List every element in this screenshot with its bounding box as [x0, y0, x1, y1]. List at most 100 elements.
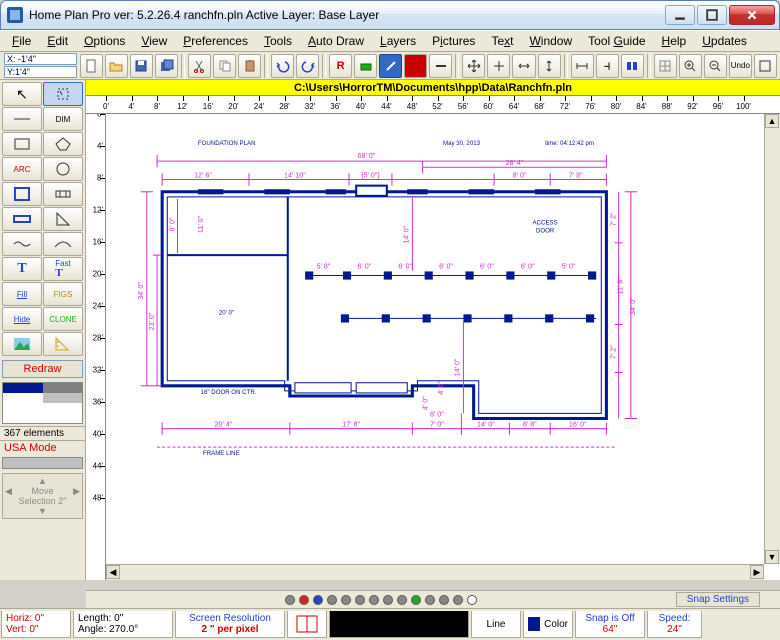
tool-line[interactable]: [2, 107, 42, 131]
align-button[interactable]: [621, 54, 644, 78]
lp1[interactable]: [3, 458, 19, 468]
menu-updates[interactable]: Updates: [694, 32, 755, 50]
layer-dot[interactable]: [439, 595, 449, 605]
horizontal-scrollbar[interactable]: ◀ ▶: [106, 564, 764, 580]
save-button[interactable]: [130, 54, 153, 78]
color-w9[interactable]: [43, 413, 63, 423]
layer-dot[interactable]: [285, 595, 295, 605]
tool-door[interactable]: [43, 182, 83, 206]
vertical-scrollbar[interactable]: ▲ ▼: [764, 114, 780, 564]
menu-autodraw[interactable]: Auto Draw: [300, 32, 372, 50]
goto-button[interactable]: [487, 54, 510, 78]
move-button[interactable]: [462, 54, 485, 78]
color-w7[interactable]: [3, 413, 23, 423]
tool-text[interactable]: T: [2, 257, 42, 281]
scroll-right-button[interactable]: ▶: [750, 565, 764, 579]
layer-dot[interactable]: [467, 595, 477, 605]
undo-icon-button[interactable]: [271, 54, 294, 78]
color-navy[interactable]: [3, 383, 23, 393]
color-palette[interactable]: [2, 382, 83, 424]
layer-palette[interactable]: [2, 457, 83, 469]
tool-wall[interactable]: [2, 182, 42, 206]
tool-curve[interactable]: [2, 232, 42, 256]
tool-rect[interactable]: [2, 132, 42, 156]
color-white2[interactable]: [23, 393, 43, 403]
tool-image[interactable]: [2, 332, 42, 356]
color-w3[interactable]: [3, 403, 23, 413]
menu-text[interactable]: Text: [483, 32, 521, 50]
snap-button[interactable]: ⫞: [596, 54, 619, 78]
maximize-button[interactable]: [697, 5, 727, 25]
tool-circle[interactable]: [43, 157, 83, 181]
layer-dot[interactable]: [327, 595, 337, 605]
color-w10[interactable]: [62, 413, 82, 423]
layer-dot[interactable]: [369, 595, 379, 605]
grid-button[interactable]: [654, 54, 677, 78]
tool-marquee[interactable]: [43, 82, 83, 106]
vflip-button[interactable]: [538, 54, 561, 78]
status-line-style[interactable]: Line: [471, 611, 521, 638]
zoom-fit-button[interactable]: [754, 54, 777, 78]
fillcolor-button[interactable]: [404, 54, 427, 78]
layer-dot[interactable]: [397, 595, 407, 605]
saveall-button[interactable]: [155, 54, 178, 78]
menu-help[interactable]: Help: [654, 32, 695, 50]
layer-dot[interactable]: [355, 595, 365, 605]
menu-preferences[interactable]: Preferences: [175, 32, 256, 50]
layer-dot[interactable]: [341, 595, 351, 605]
status-snap[interactable]: Snap is Off: [585, 613, 634, 624]
snap-settings-button[interactable]: Snap Settings: [676, 592, 760, 607]
layer-dot[interactable]: [299, 595, 309, 605]
color-navy2[interactable]: [23, 383, 43, 393]
layer-dot[interactable]: [411, 595, 421, 605]
status-color[interactable]: Color: [523, 611, 573, 638]
menu-window[interactable]: Window: [521, 32, 580, 50]
zoomout-button[interactable]: [704, 54, 727, 78]
color-white[interactable]: [3, 393, 23, 403]
copy-button[interactable]: [213, 54, 236, 78]
menu-pictures[interactable]: Pictures: [424, 32, 483, 50]
color-w8[interactable]: [23, 413, 43, 423]
scroll-down-button[interactable]: ▼: [765, 550, 779, 564]
move-selection-panel[interactable]: ▲ ◀Move Selection 2"▶ ▼: [2, 473, 83, 519]
cut-button[interactable]: [188, 54, 211, 78]
tool-select[interactable]: ↖: [2, 82, 42, 106]
layer-dot[interactable]: [313, 595, 323, 605]
menu-file[interactable]: File: [4, 32, 39, 50]
tool-clone[interactable]: CLONE: [43, 307, 83, 331]
menu-view[interactable]: View: [133, 32, 175, 50]
color-gray2[interactable]: [62, 383, 82, 393]
dim-button[interactable]: [571, 54, 594, 78]
color-silver[interactable]: [43, 393, 63, 403]
color-silver2[interactable]: [62, 393, 82, 403]
layer-button[interactable]: [354, 54, 377, 78]
tool-fasttext[interactable]: FastT: [43, 257, 83, 281]
tool-figs[interactable]: FIGS: [43, 282, 83, 306]
tool-dim[interactable]: DIM: [43, 107, 83, 131]
tool-triangle[interactable]: [43, 207, 83, 231]
zoomin-button[interactable]: [679, 54, 702, 78]
tool-hide[interactable]: Hide: [2, 307, 42, 331]
open-button[interactable]: [105, 54, 128, 78]
minimize-button[interactable]: [665, 5, 695, 25]
layer-dot[interactable]: [425, 595, 435, 605]
scroll-up-button[interactable]: ▲: [765, 114, 779, 128]
color-w4[interactable]: [23, 403, 43, 413]
menu-layers[interactable]: Layers: [372, 32, 424, 50]
redraw-button-side[interactable]: Redraw: [2, 360, 83, 378]
new-file-button[interactable]: [80, 54, 103, 78]
tool-measure[interactable]: [43, 332, 83, 356]
layer-dot[interactable]: [453, 595, 463, 605]
lp4[interactable]: [50, 458, 66, 468]
color-w5[interactable]: [43, 403, 63, 413]
color-gray[interactable]: [43, 383, 63, 393]
menu-toolguide[interactable]: Tool Guide: [580, 32, 653, 50]
tool-arc[interactable]: ARC: [2, 157, 42, 181]
undo-text-button[interactable]: Undo: [729, 54, 752, 78]
paste-button[interactable]: [238, 54, 261, 78]
tool-poly[interactable]: [43, 132, 83, 156]
tool-bezier[interactable]: [43, 232, 83, 256]
menu-options[interactable]: Options: [76, 32, 133, 50]
menu-tools[interactable]: Tools: [256, 32, 300, 50]
drawing-canvas[interactable]: FOUNDATION PLAN May 30, 2013 time: 04:12…: [106, 114, 780, 580]
